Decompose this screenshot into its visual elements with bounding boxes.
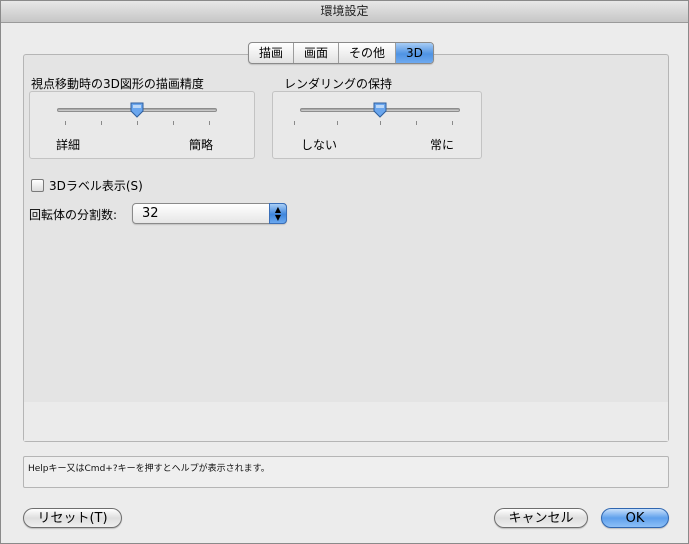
help-box: Helpキー又はCmd+?キーを押すとヘルプが表示されます。 (23, 456, 669, 488)
render-slider-thumb[interactable] (373, 102, 387, 118)
render-group-label: レンダリングの保持 (284, 77, 393, 91)
precision-tick (137, 121, 138, 125)
3d-label-checkbox-label: 3Dラベル表示(S) (49, 179, 143, 193)
precision-tick (65, 121, 66, 125)
tab-bar: 描画 画面 その他 3D (248, 42, 434, 64)
ok-button[interactable]: OK (601, 508, 669, 528)
render-tick (452, 121, 453, 125)
window-title: 環境設定 (1, 1, 688, 23)
3d-label-checkbox-row[interactable]: 3Dラベル表示(S) (31, 177, 143, 194)
precision-slider-thumb[interactable] (130, 102, 144, 118)
tab-3d[interactable]: 3D (396, 43, 433, 63)
precision-group-label: 視点移動時の3D図形の描画精度 (31, 77, 204, 91)
render-max-label: 常に (430, 138, 455, 152)
render-tick (380, 121, 381, 125)
popup-arrows-icon: ▲ ▼ (269, 203, 287, 224)
render-min-label: しない (301, 138, 338, 152)
segments-popup[interactable]: 32 ▲ ▼ (132, 203, 287, 224)
precision-max-label: 簡略 (189, 138, 214, 152)
render-tick (337, 121, 338, 125)
3d-label-checkbox[interactable] (31, 179, 44, 192)
render-group-box: しない 常に (272, 91, 482, 159)
tab-screen[interactable]: 画面 (294, 43, 340, 63)
precision-tick (173, 121, 174, 125)
help-text: Helpキー又はCmd+?キーを押すとヘルプが表示されます。 (28, 464, 270, 474)
panel-lower-area (24, 402, 668, 441)
render-tick (416, 121, 417, 125)
reset-button[interactable]: リセット(T) (23, 508, 122, 528)
render-tick (294, 121, 295, 125)
precision-tick (101, 121, 102, 125)
preferences-window: 環境設定 描画 画面 その他 3D 視点移動時の3D図形の描画精度 詳細 簡略 … (0, 0, 689, 544)
cancel-button[interactable]: キャンセル (494, 508, 588, 528)
precision-group-box: 詳細 簡略 (29, 91, 255, 159)
segments-value: 32 (142, 206, 159, 221)
tab-other[interactable]: その他 (339, 43, 397, 63)
precision-min-label: 詳細 (56, 138, 81, 152)
segments-label: 回転体の分割数: (29, 208, 118, 222)
tab-drawing[interactable]: 描画 (249, 43, 295, 63)
precision-tick (209, 121, 210, 125)
